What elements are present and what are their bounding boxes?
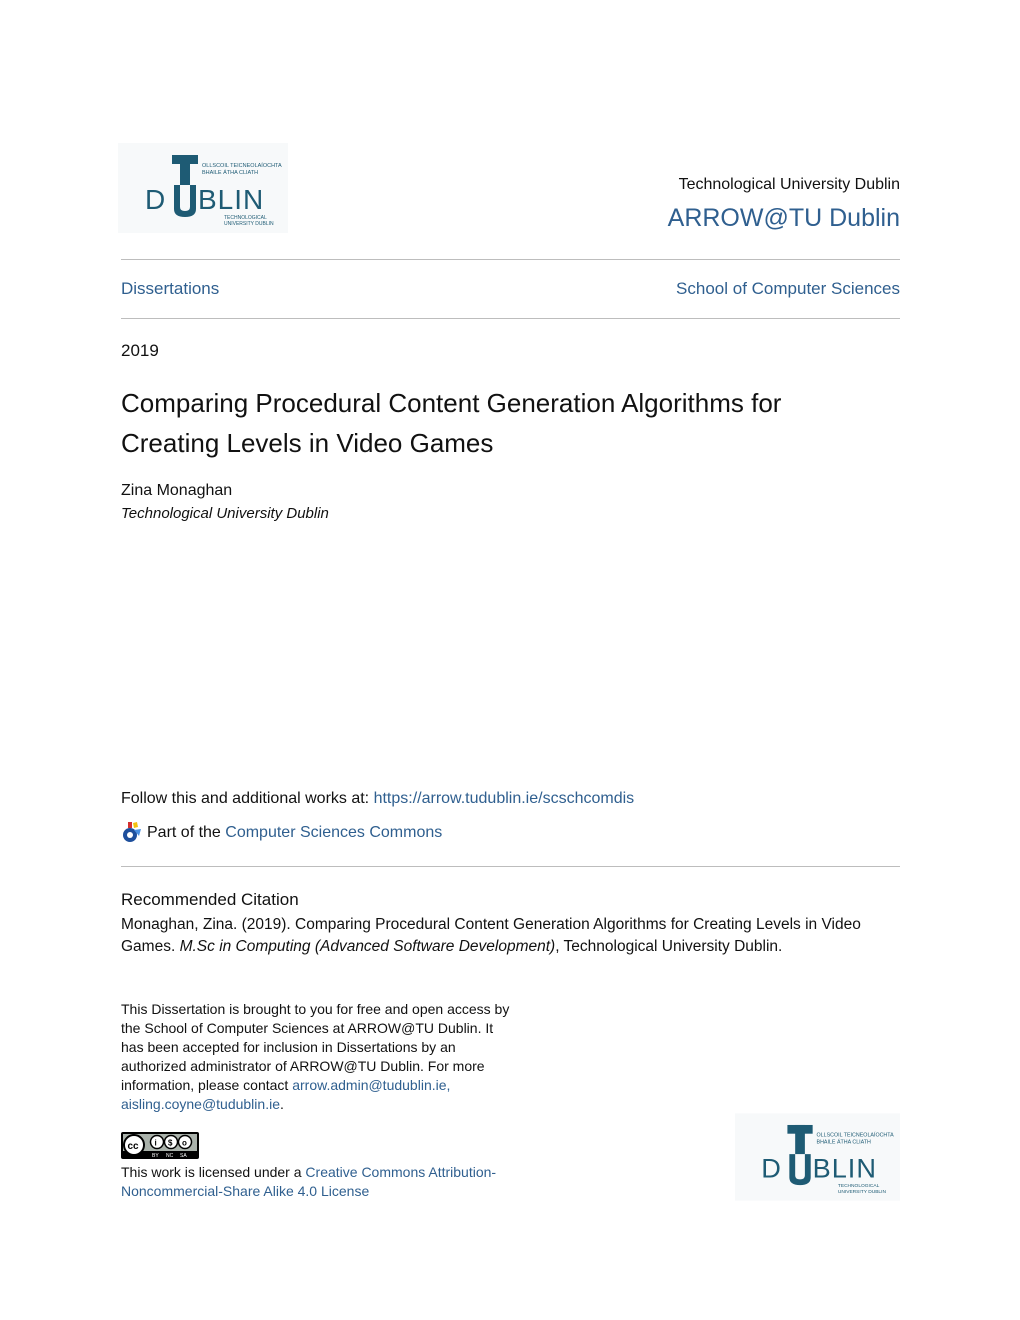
svg-text:BLIN: BLIN <box>813 1152 877 1183</box>
publication-year: 2019 <box>121 341 159 360</box>
part-of-line: Part of the Computer Sciences Commons <box>121 822 442 844</box>
divider-top <box>121 259 900 260</box>
cc-by-nc-sa-icon[interactable]: cc i $ o BY NC SA <box>121 1132 199 1159</box>
notice-end: . <box>279 1096 284 1112</box>
bepress-commons-icon <box>121 822 143 844</box>
school-link[interactable]: School of Computer Sciences <box>560 279 900 299</box>
author-affiliation: Technological University Dublin <box>121 505 329 522</box>
follow-prefix: Follow this and additional works at: <box>121 790 374 807</box>
svg-text:BY: BY <box>152 1153 159 1159</box>
svg-text:$: $ <box>168 1139 173 1148</box>
collection-link[interactable]: Dissertations <box>121 279 219 299</box>
institution-name: Technological University Dublin <box>678 176 900 193</box>
part-of-prefix: Part of the <box>147 824 226 841</box>
author-name: Zina Monaghan <box>121 482 233 499</box>
tu-dublin-footer-logo: D BLIN OLLSCOIL TEICNEOLAÍOCHTA BHAILE Á… <box>735 1113 900 1201</box>
document-title: Comparing Procedural Content Generation … <box>121 388 782 458</box>
svg-text:UNIVERSITY DUBLIN: UNIVERSITY DUBLIN <box>838 1189 887 1195</box>
divider-citation <box>121 866 900 867</box>
svg-text:o: o <box>182 1139 187 1148</box>
svg-text:OLLSCOIL TEICNEOLAÍOCHTA: OLLSCOIL TEICNEOLAÍOCHTA <box>817 1132 895 1139</box>
svg-text:OLLSCOIL TEICNEOLAÍOCHTA: OLLSCOIL TEICNEOLAÍOCHTA <box>202 162 282 169</box>
citation-end: , Technological University Dublin. <box>555 938 783 955</box>
svg-text:BLIN: BLIN <box>198 184 264 215</box>
repository-link[interactable]: ARROW@TU Dublin <box>560 204 900 233</box>
svg-text:TECHNOLOGICAL: TECHNOLOGICAL <box>838 1183 880 1189</box>
email-coyne-link[interactable]: aisling.coyne@tudublin.ie <box>121 1096 280 1112</box>
tu-dublin-logo: D BLIN OLLSCOIL TEICNEOLAÍOCHTA BHAILE Á… <box>118 143 288 233</box>
svg-text:NC: NC <box>166 1153 174 1159</box>
divider-nav <box>121 318 900 319</box>
svg-text:cc: cc <box>128 1141 140 1152</box>
license-prefix: This work is licensed under a <box>121 1164 306 1180</box>
follow-url-link[interactable]: https://arrow.tudublin.ie/scschcomdis <box>374 790 635 807</box>
svg-text:UNIVERSITY DUBLIN: UNIVERSITY DUBLIN <box>224 221 274 227</box>
svg-text:BHAILE ÁTHA CLIATH: BHAILE ÁTHA CLIATH <box>202 169 258 176</box>
svg-text:i: i <box>155 1139 157 1148</box>
citation-heading: Recommended Citation <box>121 890 299 909</box>
license-line: This work is licensed under a Creative C… <box>121 1163 511 1201</box>
logo-letter-d: D <box>145 184 165 215</box>
svg-text:SA: SA <box>180 1153 187 1159</box>
access-notice: This Dissertation is brought to you for … <box>121 1000 511 1114</box>
svg-text:BHAILE ÁTHA CLIATH: BHAILE ÁTHA CLIATH <box>817 1138 872 1145</box>
follow-line: Follow this and additional works at: htt… <box>121 790 634 808</box>
citation-degree: M.Sc in Computing (Advanced Software Dev… <box>179 938 556 955</box>
citation-text: Monaghan, Zina. (2019). Comparing Proced… <box>121 914 901 958</box>
svg-text:D: D <box>761 1152 781 1183</box>
email-admin-link[interactable]: arrow.admin@tudublin.ie, <box>292 1077 450 1093</box>
computer-sciences-commons-link[interactable]: Computer Sciences Commons <box>225 824 442 842</box>
